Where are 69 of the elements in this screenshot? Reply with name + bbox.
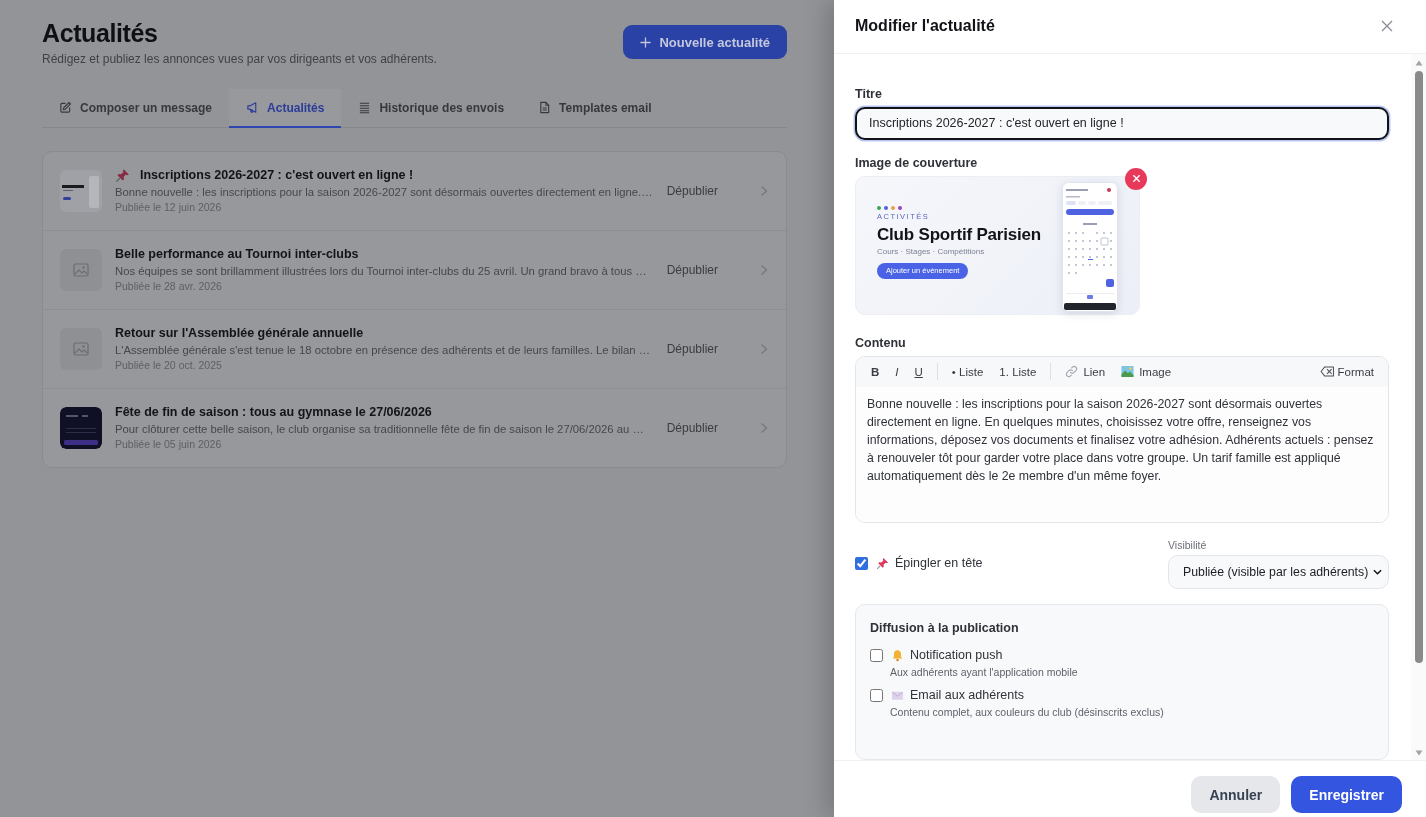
tab[interactable]: Historique des envois	[341, 89, 522, 128]
cancel-button[interactable]: Annuler	[1191, 776, 1281, 813]
news-excerpt: Bonne nouvelle : les inscriptions pour la saison 2026-2027 sont désormais ouvertes directement en ligne.…	[115, 185, 654, 200]
option-checkbox[interactable]	[870, 688, 883, 702]
field-label: Contenu	[855, 334, 906, 351]
visibility-label: Visibilité	[1168, 538, 1207, 552]
toolbar-button[interactable]: 1. Liste	[991, 360, 1045, 383]
toolbar-button[interactable]: U	[906, 360, 931, 383]
news-title[interactable]: Belle performance au Tournoi inter-clubs	[115, 246, 359, 263]
tab[interactable]: Templates email	[521, 89, 669, 128]
diffusion-title: Diffusion à la publication	[870, 620, 1019, 636]
cover-subheading: Cours · Stages · Compétitions	[877, 246, 985, 257]
pushpin-icon	[876, 556, 889, 570]
toolbar-button[interactable]: B	[863, 360, 888, 383]
unpublish-button[interactable]: Dépublier	[666, 340, 718, 358]
close-button[interactable]	[1381, 19, 1393, 32]
news-title[interactable]: Retour sur l'Assemblée générale annuelle	[115, 325, 364, 342]
list-icon	[358, 101, 372, 114]
toolbar-button[interactable]: Lien	[1057, 360, 1114, 383]
new-article-button[interactable]: Nouvelle actualité	[623, 25, 787, 59]
field-label: Image de couverture	[855, 154, 978, 171]
option-label: Email aux adhérents	[910, 687, 1024, 703]
bell-icon	[891, 648, 904, 662]
option-checkbox[interactable]	[870, 648, 883, 662]
title-input[interactable]: Inscriptions 2026-2027 : c'est ouvert en ligne !	[855, 107, 1389, 140]
clear-format-button[interactable]: Format	[1313, 360, 1380, 383]
scrollbar-thumb[interactable]	[1414, 71, 1423, 663]
news-title[interactable]: Fête de fin de saison : tous au gymnase le 27/06/2026	[115, 404, 432, 421]
field-label: Titre	[855, 86, 882, 102]
chevron-down-icon	[1373, 569, 1382, 575]
toolbar-button[interactable]: I	[887, 360, 907, 383]
erase-icon	[1319, 366, 1335, 378]
document-icon	[538, 101, 552, 114]
option-label: Notification push	[910, 647, 1003, 663]
pencil-icon	[59, 101, 72, 114]
unpublish-button[interactable]: Dépublier	[666, 261, 718, 279]
news-excerpt: Nos équipes se sont brillamment illustrées lors du Tournoi inter-clubs du 25 avril. Un grand bravo à tous …	[115, 264, 648, 279]
save-button[interactable]: Enregistrer	[1291, 776, 1402, 813]
news-title[interactable]: Inscriptions 2026-2027 : c'est ouvert en ligne !	[140, 167, 414, 184]
scrollbar[interactable]	[1411, 54, 1426, 760]
toolbar-button[interactable]: • Liste	[943, 360, 992, 383]
news-excerpt: Pour clôturer cette belle saison, le club organise sa traditionnelle fête de fin de saison le 27/06/2026 au …	[115, 422, 645, 437]
remove-image-button[interactable]	[1125, 167, 1147, 190]
unpublish-button[interactable]: Dépublier	[666, 419, 718, 437]
pin-label: Épingler en tête	[895, 555, 983, 571]
scroll-down-icon[interactable]	[1414, 750, 1423, 756]
option-hint: Contenu complet, aux couleurs du club (désinscrits exclus)	[890, 705, 1164, 719]
drawer-title: Modifier l'actualité	[855, 16, 995, 35]
poster-thumbnail	[60, 407, 102, 449]
unpublish-button[interactable]: Dépublier	[666, 182, 718, 200]
plus-icon	[640, 36, 652, 48]
picture-icon	[1121, 365, 1135, 379]
image-icon	[73, 263, 89, 277]
link-icon	[1065, 365, 1079, 379]
toolbar-button[interactable]: Image	[1113, 360, 1180, 383]
cover-thumbnail	[60, 170, 102, 212]
page-subtitle: Rédigez et publiez les annonces vues par vos dirigeants et vos adhérents.	[42, 51, 437, 67]
scroll-up-icon[interactable]	[1414, 60, 1423, 66]
visibility-select[interactable]: Publiée (visible par les adhérents)	[1168, 555, 1389, 589]
pin-checkbox[interactable]	[855, 556, 868, 570]
image-icon	[73, 342, 89, 356]
tab[interactable]: Actualités	[229, 89, 342, 128]
cover-heading: Club Sportif Parisien	[877, 223, 1041, 245]
close-icon	[1381, 19, 1393, 32]
news-excerpt: L'Assemblée générale s'est tenue le 18 octobre en présence des adhérents et de leurs familles. Le bilan …	[115, 343, 651, 358]
close-icon	[1131, 174, 1141, 184]
tab[interactable]: Composer un message	[42, 89, 230, 128]
option-hint: Aux adhérents ayant l'application mobile	[890, 665, 1078, 679]
page-title: Actualités	[42, 18, 159, 48]
